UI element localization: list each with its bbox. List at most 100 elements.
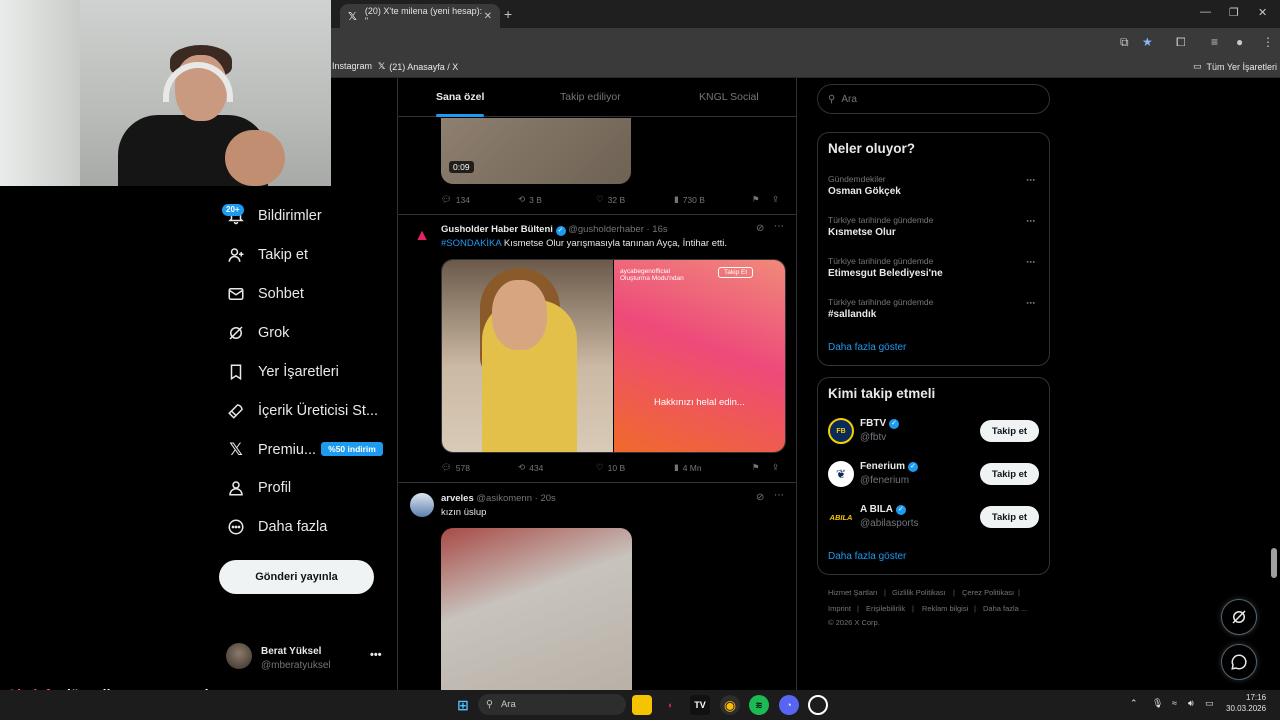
bookmark-x-home[interactable]: 𝕏 (21) Anasayfa / X — [378, 61, 458, 72]
footer-link[interactable]: Erişilebilirlik — [866, 604, 905, 613]
menu-kebab-icon[interactable]: ⋮ — [1262, 35, 1274, 49]
trend-more-icon[interactable]: ⋯ — [1026, 216, 1035, 227]
browser-tab-active[interactable]: 𝕏 (20) X'te milena (yeni hesap): " ✕ — [340, 4, 500, 28]
fenerium-logo-icon[interactable]: ❦ — [828, 461, 854, 487]
messages-fab-icon[interactable] — [1221, 644, 1257, 680]
search-input[interactable]: ⚲ Ara — [817, 84, 1050, 114]
trend-item[interactable]: Etimesgut Belediyesi'ne — [828, 268, 943, 279]
who-name[interactable]: FBTV ✓ — [860, 418, 900, 429]
fbtv-logo-icon[interactable]: FB — [828, 418, 854, 444]
repost-button[interactable]: ⟲ 3 B — [518, 194, 542, 205]
post-more-icon[interactable]: ⋯ — [774, 221, 784, 232]
nav-premium[interactable]: 𝕏 Premiu... — [226, 434, 316, 466]
trends-show-more-link[interactable]: Daha fazla göster — [828, 342, 906, 353]
app-icon[interactable] — [808, 695, 828, 715]
hashtag-link[interactable]: #SONDAKİKA — [441, 238, 501, 249]
new-tab-button[interactable]: + — [504, 6, 512, 22]
grok-icon[interactable]: ⊘ — [756, 223, 764, 234]
reply-button[interactable]: 💬︎ 134 — [441, 194, 470, 205]
footer-link[interactable]: Hizmet Şartları — [828, 588, 878, 597]
bookmark-instagram[interactable]: Instagram — [332, 61, 372, 71]
grok-icon[interactable]: ⊘ — [756, 492, 764, 503]
nav-follow[interactable]: Takip et — [226, 239, 308, 271]
account-switcher[interactable]: Berat Yüksel @mberatyuksel ••• — [226, 643, 386, 673]
who-name[interactable]: A BILA ✓ — [860, 504, 906, 515]
nav-creator-studio[interactable]: İçerik Üreticisi St... — [226, 395, 378, 427]
bookmark-icon[interactable]: ⚑ — [752, 194, 760, 205]
spotify-icon[interactable]: ≋ — [749, 695, 769, 715]
maximize-icon[interactable]: ❐ — [1229, 6, 1239, 19]
post-media[interactable]: aycabegenofficial Oluşturma Modu'ndan Tak… — [441, 259, 786, 453]
follow-button[interactable]: Takip et — [980, 420, 1039, 442]
footer-link[interactable]: Imprint — [828, 604, 851, 613]
nav-messages[interactable]: Sohbet — [226, 278, 304, 310]
repost-button[interactable]: ⟲ 434 — [518, 462, 543, 473]
nav-more[interactable]: Daha fazla — [226, 511, 327, 543]
follow-button[interactable]: Takip et — [980, 506, 1039, 528]
discord-icon[interactable]: ◔ — [779, 695, 799, 715]
volume-icon[interactable]: 🔊︎ — [1188, 698, 1194, 709]
trend-more-icon[interactable]: ⋯ — [1026, 175, 1035, 186]
taskbar-clock[interactable]: 17:16 30.03.2026 — [1226, 692, 1266, 714]
post-media[interactable] — [441, 528, 632, 690]
like-button[interactable]: ♡ 32 B — [596, 194, 625, 205]
nav-bookmarks[interactable]: Yer İşaretleri — [226, 356, 339, 388]
tab-following[interactable]: Takip ediliyor — [560, 91, 621, 103]
follow-button[interactable]: Takip et — [980, 463, 1039, 485]
chrome-icon[interactable]: ◉ — [720, 695, 740, 715]
battery-icon[interactable]: ▭ — [1205, 698, 1214, 709]
avatar[interactable] — [410, 493, 434, 517]
share-icon[interactable]: ⇪ — [772, 462, 779, 473]
account-more-icon[interactable]: ••• — [370, 649, 382, 661]
all-bookmarks-folder[interactable]: ▭ Tüm Yer İşaretleri — [1193, 61, 1277, 72]
minimize-icon[interactable]: — — [1200, 6, 1211, 18]
footer-link[interactable]: Gizlilik Politikası — [892, 588, 946, 597]
nav-grok[interactable]: Grok — [226, 317, 289, 349]
post-button[interactable]: Gönderi yayınla — [219, 560, 374, 594]
trend-item[interactable]: Kısmetse Olur — [828, 227, 896, 238]
nav-profile[interactable]: Profil — [226, 472, 291, 504]
post-time[interactable]: · 16s — [647, 224, 668, 235]
trend-more-icon[interactable]: ⋯ — [1026, 257, 1035, 268]
microphone-icon[interactable]: 🎙︎ — [1152, 698, 1163, 709]
footer-link[interactable]: Çerez Politikası — [962, 588, 1014, 597]
file-explorer-icon[interactable] — [632, 695, 652, 715]
post-author[interactable]: Gusholder Haber Bülteni — [441, 224, 553, 235]
bookmark-star-icon[interactable]: ★ — [1142, 35, 1153, 49]
share-icon[interactable]: ⇪ — [772, 194, 779, 205]
abila-logo-icon[interactable]: ABILA — [828, 504, 854, 530]
siren-avatar-icon[interactable]: ▲ — [410, 224, 434, 248]
profile-avatar-icon[interactable]: ● — [1236, 35, 1243, 49]
extensions-icon[interactable]: ⧠ — [1176, 35, 1186, 50]
post-time[interactable]: · 20s — [535, 493, 556, 504]
tray-chevron-icon[interactable]: ⌃ — [1130, 698, 1138, 709]
footer-more-link[interactable]: Daha fazla ... — [983, 604, 1027, 613]
trend-item[interactable]: #sallandık — [828, 309, 876, 320]
footer-link[interactable]: Reklam bilgisi — [922, 604, 968, 613]
tradingview-icon[interactable]: TV — [690, 695, 710, 715]
reply-button[interactable]: 💬︎ 578 — [441, 462, 470, 473]
who-name[interactable]: Fenerium ✓ — [860, 461, 919, 472]
trend-item[interactable]: Osman Gökçek — [828, 186, 901, 197]
taskbar-search[interactable]: ⚲ Ara — [478, 694, 626, 715]
who-show-more-link[interactable]: Daha fazla göster — [828, 551, 906, 562]
cast-icon[interactable]: ⧉ — [1120, 35, 1129, 50]
views-button[interactable]: ▮ 4 Mn — [674, 462, 702, 473]
tab-kngl-social[interactable]: KNGL Social — [699, 91, 759, 103]
windows-start-icon[interactable]: ⊞ — [453, 695, 473, 715]
post-handle[interactable]: @gusholderhaber — [568, 224, 644, 235]
post-author[interactable]: arveles — [441, 493, 474, 504]
app-icon[interactable]: ◐ — [661, 695, 681, 715]
video-thumbnail[interactable]: 0:09 — [441, 118, 631, 184]
like-button[interactable]: ♡ 10 B — [596, 462, 625, 473]
post-more-icon[interactable]: ⋯ — [774, 490, 784, 501]
post-handle[interactable]: @asikomenn — [476, 493, 532, 504]
tab-for-you[interactable]: Sana özel — [436, 91, 484, 103]
grok-fab-icon[interactable] — [1221, 599, 1257, 635]
bookmark-icon[interactable]: ⚑ — [752, 462, 760, 473]
trend-more-icon[interactable]: ⋯ — [1026, 298, 1035, 309]
page-scrollbar[interactable] — [1271, 548, 1277, 578]
tab-close-icon[interactable]: ✕ — [484, 11, 492, 22]
wifi-icon[interactable]: ≈ — [1172, 698, 1177, 708]
views-button[interactable]: ▮ 730 B — [674, 194, 705, 205]
